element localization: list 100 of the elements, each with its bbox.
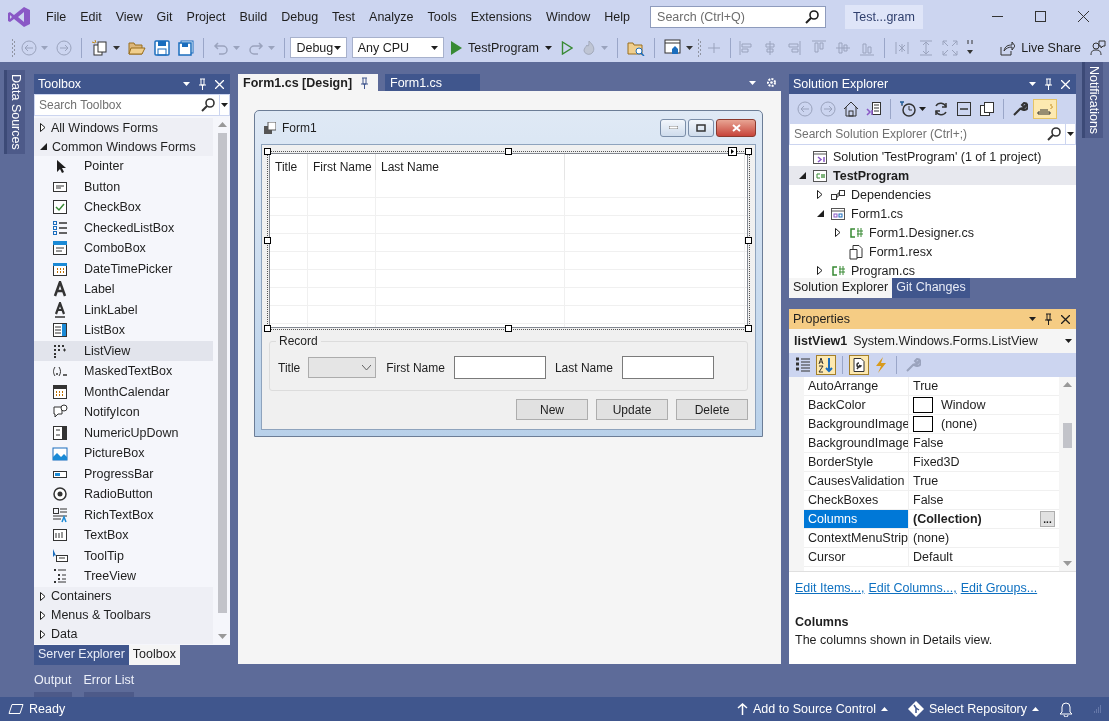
field-label: First Name [386, 360, 445, 375]
status-text: Ready [29, 702, 66, 716]
form-button[interactable]: Update [596, 399, 668, 420]
form-button[interactable]: New [516, 399, 588, 420]
command-link[interactable]: Edit Columns..., [868, 581, 957, 595]
toolbox-item[interactable]: PictureBox [34, 443, 213, 464]
search-box[interactable]: Search Toolbox [34, 94, 230, 116]
toolbox-item[interactable]: TextBox [34, 525, 213, 546]
toolbox-item[interactable]: LinkLabel [34, 299, 213, 320]
toolbox-group[interactable]: Common Windows Forms [34, 137, 213, 156]
search-field[interactable]: Search Solution Explorer (Ctrl+;) [794, 127, 1047, 141]
toolbox-item[interactable]: RichTextBox [34, 504, 213, 525]
property-value[interactable]: True [909, 377, 1059, 395]
toolbox-item[interactable]: ComboBox [34, 238, 213, 259]
menu-item[interactable]: Project [179, 9, 233, 24]
toolbox-item[interactable]: RadioButton [34, 484, 213, 505]
document-tab[interactable]: Form1.cs [Design] [238, 74, 378, 91]
panel-tab[interactable]: Server Explorer [34, 645, 129, 665]
toolbox-item[interactable]: Button [34, 176, 213, 197]
toolbox-item[interactable]: NumericUpDown [34, 422, 213, 443]
toolbox-item[interactable]: Label [34, 279, 213, 300]
repository-button[interactable]: Select Repository [908, 701, 1039, 717]
tree-item[interactable]: Form1.cs [789, 204, 1076, 223]
menu-item[interactable]: Test [325, 9, 363, 24]
field-label: Last Name [554, 360, 613, 375]
menu-item[interactable]: Tools [420, 9, 464, 24]
panel-title: Properties [793, 312, 850, 326]
panel-tab[interactable]: Git Changes [892, 278, 970, 298]
menu-item[interactable]: Analyze [362, 9, 421, 24]
tree-item[interactable]: Dependencies [789, 185, 1076, 204]
source-control-button[interactable]: Add to Source Control [737, 702, 889, 716]
toolbox-item[interactable]: ProgressBar [34, 463, 213, 484]
menu-item[interactable]: Debug [274, 9, 326, 24]
command-link[interactable]: Edit Groups... [960, 581, 1038, 595]
toolbox-item[interactable]: ToolTip [34, 545, 213, 566]
property-name[interactable]: Cursor [804, 548, 909, 566]
search-box[interactable]: Search Solution Explorer (Ctrl+;) [789, 123, 1076, 145]
toolbox-item[interactable]: MaskedTextBox [34, 361, 213, 382]
side-tab[interactable]: Data Sources [3, 70, 25, 154]
tree-item[interactable]: Program.cs [789, 261, 1076, 278]
search-field[interactable]: Search (Ctrl+Q) [657, 9, 798, 24]
toolbox-item[interactable]: ListBox [34, 320, 213, 341]
ellipsis-button[interactable]: ... [1040, 511, 1055, 527]
property-value[interactable]: (Collection) ... [909, 510, 1059, 528]
toolbox-item[interactable]: NotifyIcon [34, 402, 213, 423]
solution-name-badge: Test...gram [845, 4, 923, 29]
menu-item[interactable]: Window [538, 9, 598, 24]
property-value[interactable]: Default [909, 548, 1059, 566]
property-value[interactable]: (none) [909, 415, 1059, 433]
menu-item[interactable]: Edit [73, 9, 109, 24]
toolbox-item[interactable]: CheckedListBox [34, 217, 213, 238]
property-value[interactable]: Window [909, 396, 1059, 414]
side-tab[interactable]: Notifications [1082, 62, 1103, 139]
property-value[interactable]: (none) [909, 529, 1059, 547]
start-button[interactable]: TestProgram [446, 38, 556, 57]
toolbox-group[interactable]: Containers [34, 586, 213, 606]
panel-tab[interactable]: Solution Explorer [789, 278, 893, 298]
object-selector[interactable]: listView1 System.Windows.Forms.ListView [789, 329, 1076, 353]
panel-tab[interactable]: Toolbox [128, 645, 180, 665]
menu-item[interactable]: Extensions [463, 9, 539, 24]
platform-dropdown[interactable]: Any CPU [351, 37, 445, 58]
form-button[interactable]: Delete [676, 399, 748, 420]
document-tab[interactable]: Form1.cs [385, 74, 480, 91]
toolbox-item[interactable]: DateTimePicker [34, 258, 213, 279]
property-value[interactable]: Fixed3D [909, 453, 1059, 471]
group-title: Record [276, 334, 321, 348]
tree-item[interactable]: TestProgram [789, 166, 1076, 185]
configuration-dropdown[interactable]: Debug [290, 37, 347, 58]
menu-item[interactable]: File [39, 9, 74, 24]
tree-item[interactable]: Form1.Designer.cs [789, 223, 1076, 242]
property-value[interactable]: True [909, 472, 1059, 490]
property-value[interactable]: False [909, 434, 1059, 452]
property-name[interactable]: BorderStyle [804, 453, 909, 471]
list-view[interactable]: Title First Name Last Name [269, 153, 748, 328]
tree-item[interactable]: Form1.resx [789, 242, 1076, 261]
property-value[interactable]: False [909, 491, 1059, 509]
search-box[interactable]: Search (Ctrl+Q) [650, 5, 827, 28]
field-label: Title [278, 360, 301, 375]
search-field[interactable]: Search Toolbox [39, 98, 201, 112]
panel-title: Toolbox [38, 77, 82, 91]
menu-item[interactable]: Build [232, 9, 275, 24]
description-text: The columns shown in Details view. [795, 633, 993, 647]
toolbox-item[interactable]: TreeView [34, 566, 213, 587]
property-name[interactable]: CheckBoxes [804, 491, 909, 509]
toolbox-item[interactable]: CheckBox [34, 197, 213, 218]
toolbox-item[interactable]: ListView [34, 340, 213, 361]
property-name[interactable]: Columns [804, 510, 909, 528]
toolbox-item[interactable]: Pointer [34, 156, 213, 177]
toolbox-group[interactable]: All Windows Forms [34, 118, 213, 137]
property-name[interactable]: ContextMenuStrip [804, 529, 909, 547]
live-share-button[interactable]: Live Share [995, 37, 1085, 58]
menu-item[interactable]: Help [597, 9, 638, 24]
property-name[interactable]: CausesValidation [804, 472, 909, 490]
menu-item[interactable]: View [108, 9, 150, 24]
tree-item[interactable]: Solution 'TestProgram' (1 of 1 project) [789, 147, 1076, 166]
property-name[interactable]: BackColor [804, 396, 909, 414]
toolbox-item[interactable]: MonthCalendar [34, 381, 213, 402]
command-link[interactable]: Edit Items..., [795, 581, 865, 595]
menu-item[interactable]: Git [149, 9, 180, 24]
property-name[interactable]: AutoArrange [804, 377, 909, 395]
